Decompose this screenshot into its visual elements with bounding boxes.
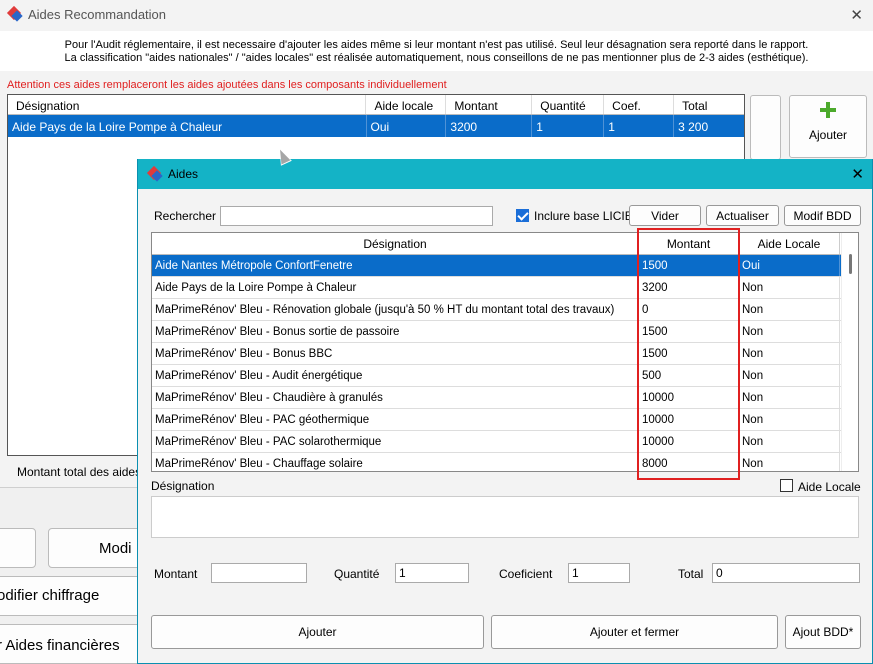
- grid-row[interactable]: MaPrimeRénov' Bleu - PAC géothermique 100…: [152, 409, 858, 431]
- grid-row[interactable]: MaPrimeRénov' Bleu - Audit énergétique 50…: [152, 365, 858, 387]
- grid-row[interactable]: MaPrimeRénov' Bleu - Bonus sortie de pas…: [152, 321, 858, 343]
- cell-aide-locale: Non: [739, 453, 840, 471]
- grid-row[interactable]: MaPrimeRénov' Bleu - Chaudière à granulé…: [152, 387, 858, 409]
- modifier-button[interactable]: Modi: [48, 528, 148, 568]
- include-liciel-checkbox[interactable]: [516, 209, 529, 222]
- grid-row[interactable]: Aide Pays de la Loire Pompe à Chaleur 320…: [152, 277, 858, 299]
- designation-field[interactable]: [151, 496, 859, 538]
- col-header-total[interactable]: Total: [674, 95, 744, 114]
- cell-designation: MaPrimeRénov' Bleu - PAC solarothermique: [152, 431, 639, 452]
- close-icon[interactable]: ✕: [851, 165, 864, 183]
- total-label: Total: [678, 567, 704, 581]
- grid-row[interactable]: MaPrimeRénov' Bleu - PAC solarothermique…: [152, 431, 858, 453]
- cell-aide-locale: Non: [739, 431, 840, 452]
- plus-icon: [820, 102, 836, 118]
- side-button[interactable]: [750, 95, 781, 160]
- cell-designation: MaPrimeRénov' Bleu - Chauffage solaire: [152, 453, 639, 471]
- cell-montant: 3200: [446, 115, 533, 137]
- cell-designation: Aide Nantes Métropole ConfortFenetre: [152, 255, 639, 276]
- montant-highlight-box: [637, 228, 740, 480]
- scrollbar-thumb[interactable]: [849, 254, 852, 274]
- cell-designation: MaPrimeRénov' Bleu - Bonus BBC: [152, 343, 639, 364]
- cell-designation: Aide Pays de la Loire Pompe à Chaleur: [8, 115, 367, 137]
- aide-locale-checkbox[interactable]: [780, 479, 793, 492]
- info-text: Pour l'Audit réglementaire, il est neces…: [0, 31, 873, 71]
- window-titlebar: Aides Recommandation: [0, 0, 873, 28]
- total-aides-label: Montant total des aides: [17, 465, 142, 479]
- table-header: Désignation Aide locale Montant Quantité…: [8, 95, 744, 115]
- modifier-chiffrage-button[interactable]: odifier chiffrage: [0, 576, 141, 616]
- grid-row[interactable]: MaPrimeRénov' Bleu - Rénovation globale …: [152, 299, 858, 321]
- search-label: Rechercher: [154, 209, 217, 223]
- include-liciel-label[interactable]: Inclure base LICIEL: [534, 209, 639, 223]
- grid-row[interactable]: Aide Nantes Métropole ConfortFenetre 1500…: [152, 255, 858, 277]
- cell-aide-locale: Non: [739, 343, 840, 364]
- col-header-montant[interactable]: Montant: [446, 95, 533, 114]
- grid-header: Désignation Montant Aide Locale: [152, 233, 858, 255]
- col-header-quantite[interactable]: Quantité: [532, 95, 605, 114]
- actualiser-button[interactable]: Actualiser: [706, 205, 779, 226]
- grid-scrollbar[interactable]: [841, 233, 858, 471]
- coeficient-label: Coeficient: [499, 567, 553, 581]
- warning-text: Attention ces aides remplaceront les aid…: [7, 79, 447, 91]
- modif-bdd-button[interactable]: Modif BDD: [784, 205, 861, 226]
- cell-designation: Aide Pays de la Loire Pompe à Chaleur: [152, 277, 639, 298]
- cell-designation: MaPrimeRénov' Bleu - Chaudière à granulé…: [152, 387, 639, 408]
- total-field[interactable]: 0: [712, 563, 860, 583]
- cell-aide-locale: Non: [739, 387, 840, 408]
- montant-field[interactable]: [211, 563, 307, 583]
- col-header-coef[interactable]: Coef.: [604, 95, 675, 114]
- cell-designation: MaPrimeRénov' Bleu - Rénovation globale …: [152, 299, 639, 320]
- quantite-field[interactable]: 1: [395, 563, 469, 583]
- col-header-designation[interactable]: Désignation: [8, 95, 367, 114]
- app-logo-icon: [6, 5, 23, 22]
- col-header-aide-locale[interactable]: Aide Locale: [739, 233, 840, 254]
- aides-dialog: Aides ✕ Rechercher Inclure base LICIEL V…: [137, 159, 873, 664]
- search-input[interactable]: [220, 206, 493, 226]
- aides-grid: Désignation Montant Aide Locale Aide Nan…: [151, 232, 859, 472]
- cell-total: 3 200: [678, 120, 709, 134]
- coeficient-field[interactable]: 1: [568, 563, 630, 583]
- cell-quantite: 1: [532, 115, 605, 137]
- dialog-title: Aides: [168, 167, 199, 181]
- aides-financieres-button[interactable]: r Aides financières: [0, 624, 141, 664]
- quantite-label: Quantité: [334, 567, 380, 581]
- col-header-designation[interactable]: Désignation: [152, 233, 639, 254]
- cell-designation: MaPrimeRénov' Bleu - Bonus sortie de pas…: [152, 321, 639, 342]
- cell-designation: MaPrimeRénov' Bleu - PAC géothermique: [152, 409, 639, 430]
- cell-aide-locale: Non: [739, 365, 840, 386]
- app-logo-icon: [146, 165, 163, 182]
- window-title: Aides Recommandation: [28, 6, 167, 22]
- designation-label: Désignation: [151, 479, 215, 493]
- col-header-aide-locale[interactable]: Aide locale: [366, 95, 447, 114]
- cell-aide-locale: Non: [739, 321, 840, 342]
- vider-button[interactable]: Vider: [629, 205, 701, 226]
- grid-row[interactable]: MaPrimeRénov' Bleu - Chauffage solaire 80…: [152, 453, 858, 471]
- dialog-titlebar: Aides: [138, 159, 872, 189]
- ajouter-et-fermer-button[interactable]: Ajouter et fermer: [491, 615, 778, 649]
- grid-row[interactable]: MaPrimeRénov' Bleu - Bonus BBC 1500 Non: [152, 343, 858, 365]
- info-line-2: La classification "aides nationales" / "…: [64, 52, 809, 64]
- cell-designation: MaPrimeRénov' Bleu - Audit énergétique: [152, 365, 639, 386]
- cell-coef: 1: [604, 115, 675, 137]
- add-aide-button[interactable]: Ajouter: [789, 95, 867, 158]
- cell-aide-locale: Non: [739, 409, 840, 430]
- table-row[interactable]: Aide Pays de la Loire Pompe à Chaleur Ou…: [8, 115, 744, 137]
- cell-aide-locale: Non: [739, 277, 840, 298]
- close-icon[interactable]: ✕: [850, 6, 863, 24]
- background-button[interactable]: [0, 528, 36, 568]
- ajouter-button[interactable]: Ajouter: [151, 615, 484, 649]
- info-line-1: Pour l'Audit réglementaire, il est neces…: [64, 39, 809, 51]
- ajout-bdd-button[interactable]: Ajout BDD*: [785, 615, 861, 649]
- aide-locale-label[interactable]: Aide Locale: [798, 480, 861, 494]
- cell-aide-locale: Non: [739, 299, 840, 320]
- add-aide-label: Ajouter: [808, 128, 848, 142]
- cell-aide-locale: Oui: [739, 255, 840, 276]
- montant-label: Montant: [154, 567, 198, 581]
- cell-aide-locale: Oui: [367, 115, 447, 137]
